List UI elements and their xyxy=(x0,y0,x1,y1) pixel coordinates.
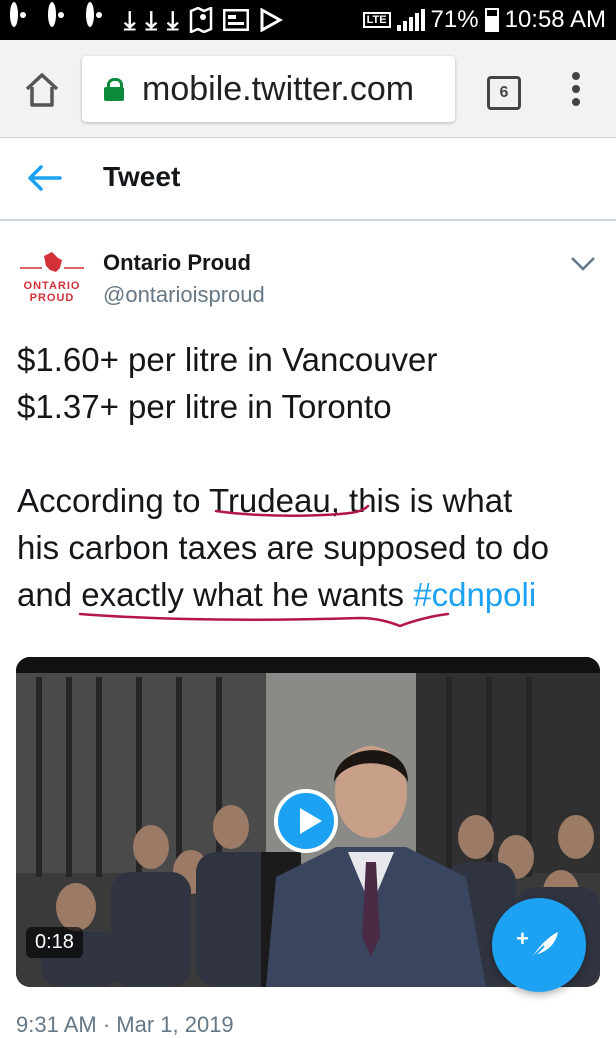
hashtag-link[interactable]: #cdnpoli xyxy=(413,576,536,613)
news-icon xyxy=(222,9,249,31)
url-text: mobile.twitter.com xyxy=(142,69,415,108)
notification-icons: ⤓ ⤓ ⤓ xyxy=(10,2,283,35)
play-button[interactable] xyxy=(274,789,338,853)
lte-icon: LTE xyxy=(362,12,391,28)
tweet-author: ONTARIO PROUD Ontario Proud @ontarioispr… xyxy=(0,240,616,320)
chevron-down-icon[interactable] xyxy=(570,256,596,272)
sync-icon xyxy=(86,2,114,34)
lock-icon xyxy=(104,78,124,101)
maps-icon xyxy=(189,7,212,33)
tweet-line: $1.60+ per litre in Vancouver xyxy=(17,341,438,378)
compose-tweet-button[interactable]: + xyxy=(492,898,586,992)
clock: 10:58 AM xyxy=(504,6,606,33)
sync-icon xyxy=(10,2,38,34)
system-status: LTE 71% 10:58 AM xyxy=(362,6,606,34)
avatar[interactable]: ONTARIO PROUD xyxy=(16,248,88,310)
avatar-logo-line1: ONTARIO xyxy=(23,280,81,292)
avatar-logo-line2: PROUD xyxy=(29,292,75,304)
status-bar: ⤓ ⤓ ⤓ LTE 71% 10:58 AM xyxy=(0,0,616,40)
download-icon: ⤓ xyxy=(145,5,158,35)
signal-icon xyxy=(396,9,425,31)
video-duration: 0:18 xyxy=(26,927,83,958)
browser-toolbar: mobile.twitter.com 6 xyxy=(0,40,616,138)
tweet-text: $1.60+ per litre in Vancouver $1.37+ per… xyxy=(17,336,607,618)
play-store-icon xyxy=(260,8,283,32)
tweet-timestamp: 9:31 AM · Mar 1, 2019 xyxy=(16,1012,234,1037)
ontario-map-logo-icon xyxy=(20,252,84,272)
overflow-menu-icon[interactable] xyxy=(570,72,582,112)
page-title: Tweet xyxy=(103,161,181,192)
url-bar[interactable]: mobile.twitter.com xyxy=(82,56,455,122)
tweet-line: $1.37+ per litre in Toronto xyxy=(17,388,392,425)
feather-icon xyxy=(529,932,558,961)
back-arrow-icon[interactable] xyxy=(26,163,62,193)
battery-percent: 71% xyxy=(430,6,479,33)
tweet-line-text: and exactly what he wants xyxy=(17,576,414,613)
tweet-line: According to Trudeau, this is what xyxy=(17,482,513,519)
avatar-logo-text: ONTARIO PROUD xyxy=(16,280,88,304)
download-icon: ⤓ xyxy=(124,5,136,35)
home-icon[interactable] xyxy=(22,70,62,110)
author-name[interactable]: Ontario Proud xyxy=(103,250,251,276)
tab-switcher-button[interactable]: 6 xyxy=(487,76,521,110)
author-handle[interactable]: @ontarioisproud xyxy=(103,282,265,308)
sync-icon xyxy=(48,2,76,34)
tweet-line: and exactly what he wants #cdnpoli xyxy=(17,571,607,618)
download-icon: ⤓ xyxy=(167,5,179,35)
page-header: Tweet xyxy=(0,139,616,221)
tweet-line: his carbon taxes are supposed to do xyxy=(17,529,550,566)
battery-icon xyxy=(484,8,499,32)
